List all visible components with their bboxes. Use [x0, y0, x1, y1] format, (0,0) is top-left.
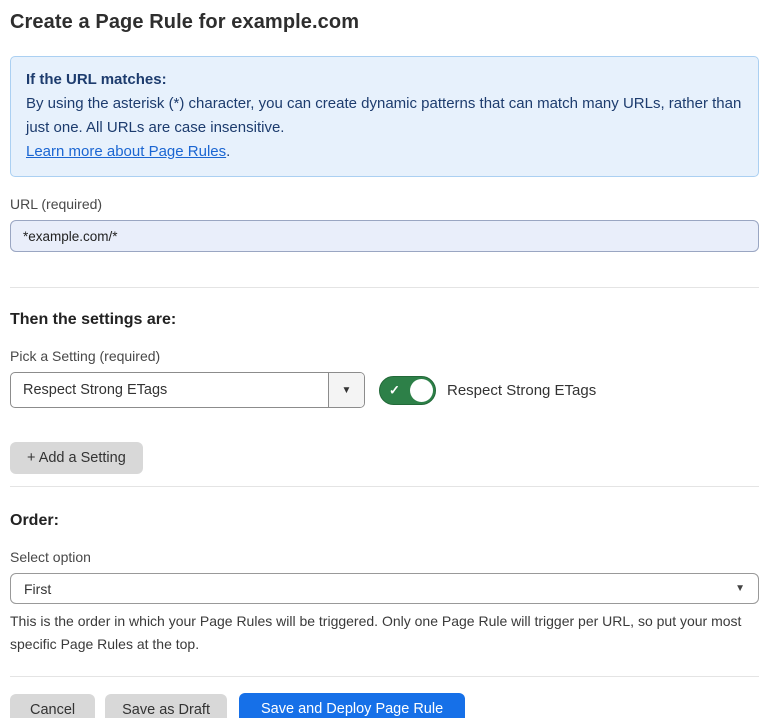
- settings-heading: Then the settings are:: [10, 311, 759, 329]
- info-box-heading: If the URL matches:: [26, 68, 743, 92]
- pick-setting-label: Pick a Setting (required): [10, 348, 759, 364]
- info-box-link-line: Learn more about Page Rules.: [26, 140, 743, 164]
- toggle-label: Respect Strong ETags: [447, 382, 596, 399]
- section-divider: [10, 486, 759, 487]
- save-deploy-button[interactable]: Save and Deploy Page Rule: [239, 693, 465, 718]
- url-match-info-box: If the URL matches: By using the asteris…: [10, 56, 759, 177]
- setting-select[interactable]: Respect Strong ETags ▼: [10, 372, 365, 408]
- section-divider: [10, 287, 759, 288]
- etags-toggle[interactable]: ✓: [379, 376, 436, 405]
- setting-select-value: Respect Strong ETags: [11, 373, 328, 407]
- info-box-body: By using the asterisk (*) character, you…: [26, 92, 743, 140]
- setting-row: Respect Strong ETags ▼ ✓ Respect Strong …: [10, 372, 759, 408]
- setting-select-arrow-button[interactable]: ▼: [328, 373, 364, 407]
- footer-actions: Cancel Save as Draft Save and Deploy Pag…: [10, 693, 759, 718]
- page-title: Create a Page Rule for example.com: [10, 11, 759, 34]
- order-heading: Order:: [10, 512, 759, 530]
- chevron-down-icon: ▼: [735, 583, 745, 594]
- order-select-value: First: [24, 581, 735, 597]
- url-input[interactable]: [10, 220, 759, 252]
- save-draft-button[interactable]: Save as Draft: [105, 694, 227, 718]
- info-link-suffix: .: [226, 143, 230, 160]
- learn-more-link[interactable]: Learn more about Page Rules: [26, 143, 226, 160]
- order-select-label: Select option: [10, 549, 759, 565]
- order-select[interactable]: First ▼: [10, 573, 759, 604]
- add-setting-button[interactable]: + Add a Setting: [10, 442, 143, 474]
- toggle-knob: [410, 379, 433, 402]
- order-help-text: This is the order in which your Page Rul…: [10, 610, 755, 656]
- check-icon: ✓: [389, 384, 400, 397]
- url-label: URL (required): [10, 196, 759, 212]
- chevron-down-icon: ▼: [342, 385, 352, 396]
- footer-divider: [10, 676, 759, 677]
- cancel-button[interactable]: Cancel: [10, 694, 95, 718]
